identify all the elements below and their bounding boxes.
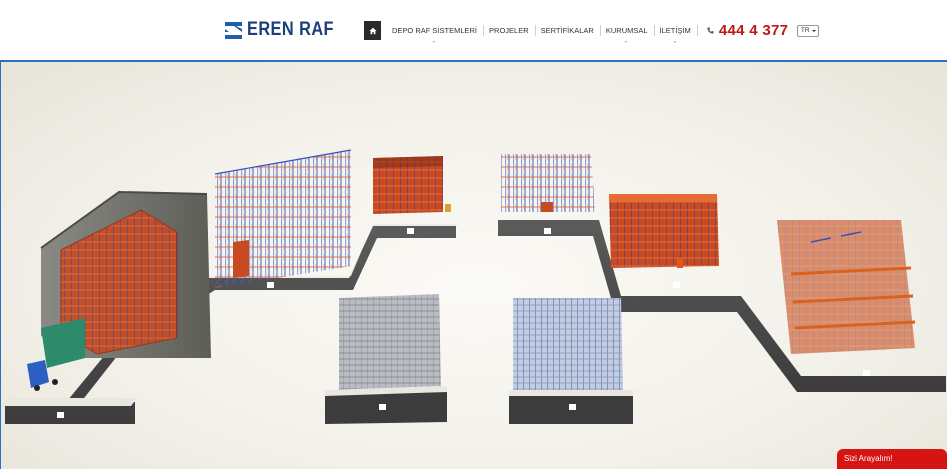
nav-item-iletisim[interactable]: İLETİŞİM [653, 21, 697, 43]
nav-item-depo-raf-sistemleri[interactable]: DEPO RAF SİSTEMLERİ [386, 21, 483, 43]
brand-name: EREN RAF [247, 19, 334, 40]
floor-logo-icon [863, 370, 870, 376]
mezzanine-system [777, 220, 916, 354]
language-selected: TR [800, 27, 810, 34]
warehouse-illustration [1, 149, 946, 424]
shuttle-racking [373, 156, 451, 214]
chevron-down-icon [811, 29, 816, 32]
pallet-racking [609, 194, 719, 268]
floor-logo-icon [407, 228, 414, 234]
nav-item-label: KURUMSAL [605, 26, 648, 35]
nav-divider [696, 25, 698, 36]
site-header: EREN RAF DEPO RAF SİSTEMLERİ PROJELER SE… [0, 0, 947, 60]
floor-logo-icon [379, 404, 386, 410]
warehouse-building [27, 190, 211, 391]
nav-item-label: PROJELER [489, 26, 529, 35]
call-me-button[interactable]: Sizi Arayalım! [837, 449, 947, 469]
floor-logo-icon [544, 228, 551, 234]
logo-mark-icon [225, 21, 242, 39]
floor-logo-icon [267, 282, 274, 288]
floor-logo-icon [569, 404, 576, 410]
nav-item-kurumsal[interactable]: KURUMSAL [599, 21, 654, 43]
nav-item-projeler[interactable]: PROJELER [483, 21, 535, 40]
home-icon [368, 27, 377, 34]
nav-item-sertifikalar[interactable]: SERTİFİKALAR [534, 21, 600, 40]
home-button[interactable] [364, 21, 381, 40]
chevron-down-icon [625, 41, 628, 43]
phone-contact[interactable]: 444 4 377 [707, 22, 788, 39]
floor-logo-icon [57, 412, 64, 418]
nav-item-label: İLETİŞİM [659, 26, 691, 35]
phone-number[interactable]: 444 4 377 [719, 22, 788, 39]
language-select[interactable]: TR [797, 24, 820, 37]
floor-logo-icon [673, 282, 680, 288]
phone-icon [707, 27, 714, 34]
narrow-aisle-racking [501, 154, 595, 212]
chevron-down-icon [673, 41, 676, 43]
main-nav: DEPO RAF SİSTEMLERİ PROJELER SERTİFİKALA… [364, 21, 820, 43]
drive-in-racking [214, 149, 352, 288]
nav-item-label: DEPO RAF SİSTEMLERİ [392, 26, 478, 35]
hero-banner [0, 60, 947, 469]
chevron-down-icon [433, 41, 436, 43]
nav-item-label: SERTİFİKALAR [540, 26, 594, 35]
brand-logo[interactable]: EREN RAF [225, 20, 348, 40]
